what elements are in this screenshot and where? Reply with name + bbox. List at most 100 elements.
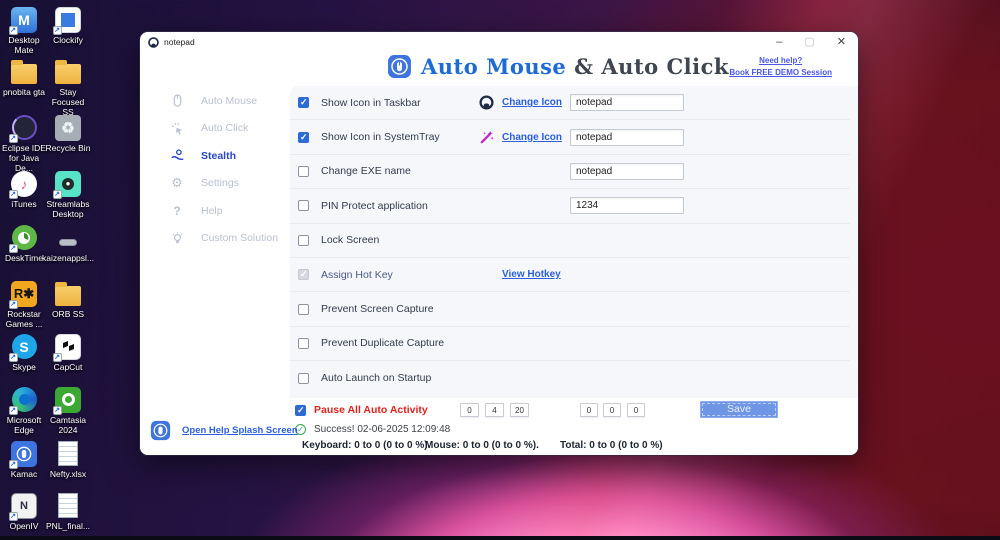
folder-icon bbox=[11, 58, 38, 85]
edge-icon: ↗ bbox=[11, 386, 38, 413]
sheet-icon bbox=[55, 492, 82, 519]
setting-label: Show Icon in Taskbar bbox=[321, 97, 421, 109]
desktopmate-icon: M↗ bbox=[11, 6, 38, 33]
change-icon-link[interactable]: Change Icon bbox=[502, 132, 562, 143]
setting-label: Prevent Duplicate Capture bbox=[321, 337, 444, 349]
checkbox-pin-protect-application[interactable] bbox=[298, 200, 309, 211]
sidebar-item-help[interactable]: ?Help bbox=[140, 197, 290, 225]
setting-label: PIN Protect application bbox=[321, 200, 428, 212]
setting-label: Lock Screen bbox=[321, 234, 379, 246]
sidebar-item-stealth[interactable]: Stealth bbox=[140, 142, 290, 170]
app-window: notepad – ▢ ✕ Auto Mouse & Auto Click Ne… bbox=[140, 32, 858, 455]
desktop-icon-label: Skype bbox=[12, 362, 36, 372]
resume-timer-input-1[interactable] bbox=[580, 403, 598, 417]
need-help-link[interactable]: Need help? bbox=[729, 55, 832, 67]
input-show-icon-in-systemtray[interactable] bbox=[570, 129, 684, 146]
window-titlebar: notepad – ▢ ✕ bbox=[140, 32, 858, 52]
desktop-icon-rockstar-games[interactable]: R✱↗Rockstar Games ... bbox=[1, 280, 47, 329]
sidebar-item-custom-solution[interactable]: Custom Solution bbox=[140, 225, 290, 253]
checkbox-assign-hot-key[interactable] bbox=[298, 269, 309, 280]
sidebar-item-label: Stealth bbox=[201, 150, 236, 162]
desktop-icon-label: Microsoft Edge bbox=[1, 415, 47, 435]
pause-timer-input-1[interactable] bbox=[460, 403, 479, 417]
desktop-icon-microsoft-edge[interactable]: ↗Microsoft Edge bbox=[1, 386, 47, 435]
desktop-icon-itunes[interactable]: ♪↗iTunes bbox=[1, 170, 47, 209]
desktop-icon-clockify[interactable]: ↗Clockify bbox=[45, 6, 91, 45]
resume-timer-input-3[interactable] bbox=[627, 403, 645, 417]
desktop-icon-desktime[interactable]: ↗DeskTime bbox=[1, 224, 47, 263]
pause-all-checkbox[interactable] bbox=[295, 405, 306, 416]
checkbox-prevent-screen-capture[interactable] bbox=[298, 304, 309, 315]
input-pin-protect-application[interactable] bbox=[570, 197, 684, 214]
desktop-icon-recycle-bin[interactable]: ♻Recycle Bin bbox=[45, 114, 91, 153]
book-demo-link[interactable]: Book FREE DEMO Session bbox=[729, 67, 832, 79]
sidebar-item-label: Custom Solution bbox=[201, 232, 278, 244]
desktop-icon-nefty-xlsx[interactable]: Nefty.xlsx bbox=[45, 440, 91, 479]
input-show-icon-in-taskbar[interactable] bbox=[570, 94, 684, 111]
desktop-icon-label: Eclipse IDE for Java De... bbox=[1, 143, 47, 173]
checkbox-show-icon-in-systemtray[interactable] bbox=[298, 132, 309, 143]
kamac-icon: ↗ bbox=[11, 440, 38, 467]
pause-timer-input-2[interactable] bbox=[485, 403, 504, 417]
desktop-icon-openiv[interactable]: N↗OpenIV bbox=[1, 492, 47, 531]
app-brand: Auto Mouse & Auto Click bbox=[387, 54, 729, 79]
resume-timer-input-2[interactable] bbox=[603, 403, 621, 417]
minimize-button[interactable]: – bbox=[776, 37, 782, 48]
input-change-exe-name[interactable] bbox=[570, 163, 684, 180]
success-message: Success! 02-06-2025 12:09:48 bbox=[314, 424, 450, 435]
desktop-icon-eclipse-ide-for-java-de[interactable]: ↗Eclipse IDE for Java De... bbox=[1, 114, 47, 173]
desktop-icon-pnobita-gta[interactable]: pnobita gta bbox=[1, 58, 47, 97]
save-button[interactable]: Save bbox=[700, 401, 778, 418]
desktop-icon-capcut[interactable]: ↗CapCut bbox=[45, 333, 91, 372]
desktop-icon-label: OpenIV bbox=[10, 521, 39, 531]
checkbox-show-icon-in-taskbar[interactable] bbox=[298, 97, 309, 108]
pill-icon bbox=[55, 224, 82, 251]
eclipse-icon: ↗ bbox=[11, 114, 38, 141]
sidebar-item-auto-mouse[interactable]: Auto Mouse bbox=[140, 87, 290, 115]
desktop-icon-label: PNL_final... bbox=[46, 521, 90, 531]
view-hotkey-link[interactable]: View Hotkey bbox=[502, 269, 561, 280]
sidebar-item-label: Help bbox=[201, 205, 223, 217]
desktop-icon-orb-ss[interactable]: ORB SS bbox=[45, 280, 91, 319]
shortcut-arrow-icon: ↗ bbox=[9, 512, 18, 521]
shortcut-arrow-icon: ↗ bbox=[9, 26, 18, 35]
shortcut-arrow-icon: ↗ bbox=[9, 134, 18, 143]
sheet-icon bbox=[55, 440, 82, 467]
shortcut-arrow-icon: ↗ bbox=[53, 190, 62, 199]
shortcut-arrow-icon: ↗ bbox=[53, 26, 62, 35]
checkbox-change-exe-name[interactable] bbox=[298, 166, 309, 177]
checkbox-prevent-duplicate-capture[interactable] bbox=[298, 338, 309, 349]
desktop-icon-label: ORB SS bbox=[52, 309, 84, 319]
desktop-icon-label: kaizenappsl... bbox=[42, 253, 94, 263]
capcut-icon: ↗ bbox=[55, 333, 82, 360]
checkbox-auto-launch-on-startup[interactable] bbox=[298, 373, 309, 384]
footer-logo-mouse-icon bbox=[150, 420, 171, 441]
checkbox-lock-screen[interactable] bbox=[298, 235, 309, 246]
close-button[interactable]: ✕ bbox=[837, 37, 846, 48]
window-footer: Pause All Auto Activity Save ✓ Success! … bbox=[140, 398, 858, 455]
open-help-splash-link[interactable]: Open Help Splash Screen bbox=[182, 425, 298, 436]
desktop-icon-kaizenappsl[interactable]: kaizenappsl... bbox=[45, 224, 91, 263]
mouse-stats: Mouse: 0 to 0 (0 to 0 %). bbox=[425, 440, 539, 451]
shortcut-arrow-icon: ↗ bbox=[53, 353, 62, 362]
window-title: notepad bbox=[164, 37, 195, 47]
taskbar-edge bbox=[0, 536, 1000, 540]
desktop-icon-desktop-mate[interactable]: M↗Desktop Mate bbox=[1, 6, 47, 55]
setting-label: Show Icon in SystemTray bbox=[321, 131, 440, 143]
change-icon-link[interactable]: Change Icon bbox=[502, 97, 562, 108]
maximize-button[interactable]: ▢ bbox=[804, 37, 814, 48]
mouse-icon bbox=[170, 94, 184, 108]
pause-timer-input-3[interactable] bbox=[510, 403, 529, 417]
sidebar-item-label: Auto Click bbox=[201, 122, 248, 134]
sidebar-item-settings[interactable]: ⚙Settings bbox=[140, 170, 290, 198]
desktop-icon-kamac[interactable]: ↗Kamac bbox=[1, 440, 47, 479]
sidebar-item-auto-click[interactable]: Auto Click bbox=[140, 115, 290, 143]
folder-icon bbox=[55, 280, 82, 307]
desktop-icon-streamlabs-desktop[interactable]: ●↗Streamlabs Desktop bbox=[45, 170, 91, 219]
setting-row-lock-screen: Lock Screen bbox=[290, 224, 850, 258]
recycle-icon: ♻ bbox=[55, 114, 82, 141]
desktop-icon-pnl-final[interactable]: PNL_final... bbox=[45, 492, 91, 531]
desktop-icon-stay-focused-ss[interactable]: Stay Focused SS bbox=[45, 58, 91, 117]
desktop-icon-camtasia-2024[interactable]: ↗Camtasia 2024 bbox=[45, 386, 91, 435]
desktop-icon-skype[interactable]: S↗Skype bbox=[1, 333, 47, 372]
